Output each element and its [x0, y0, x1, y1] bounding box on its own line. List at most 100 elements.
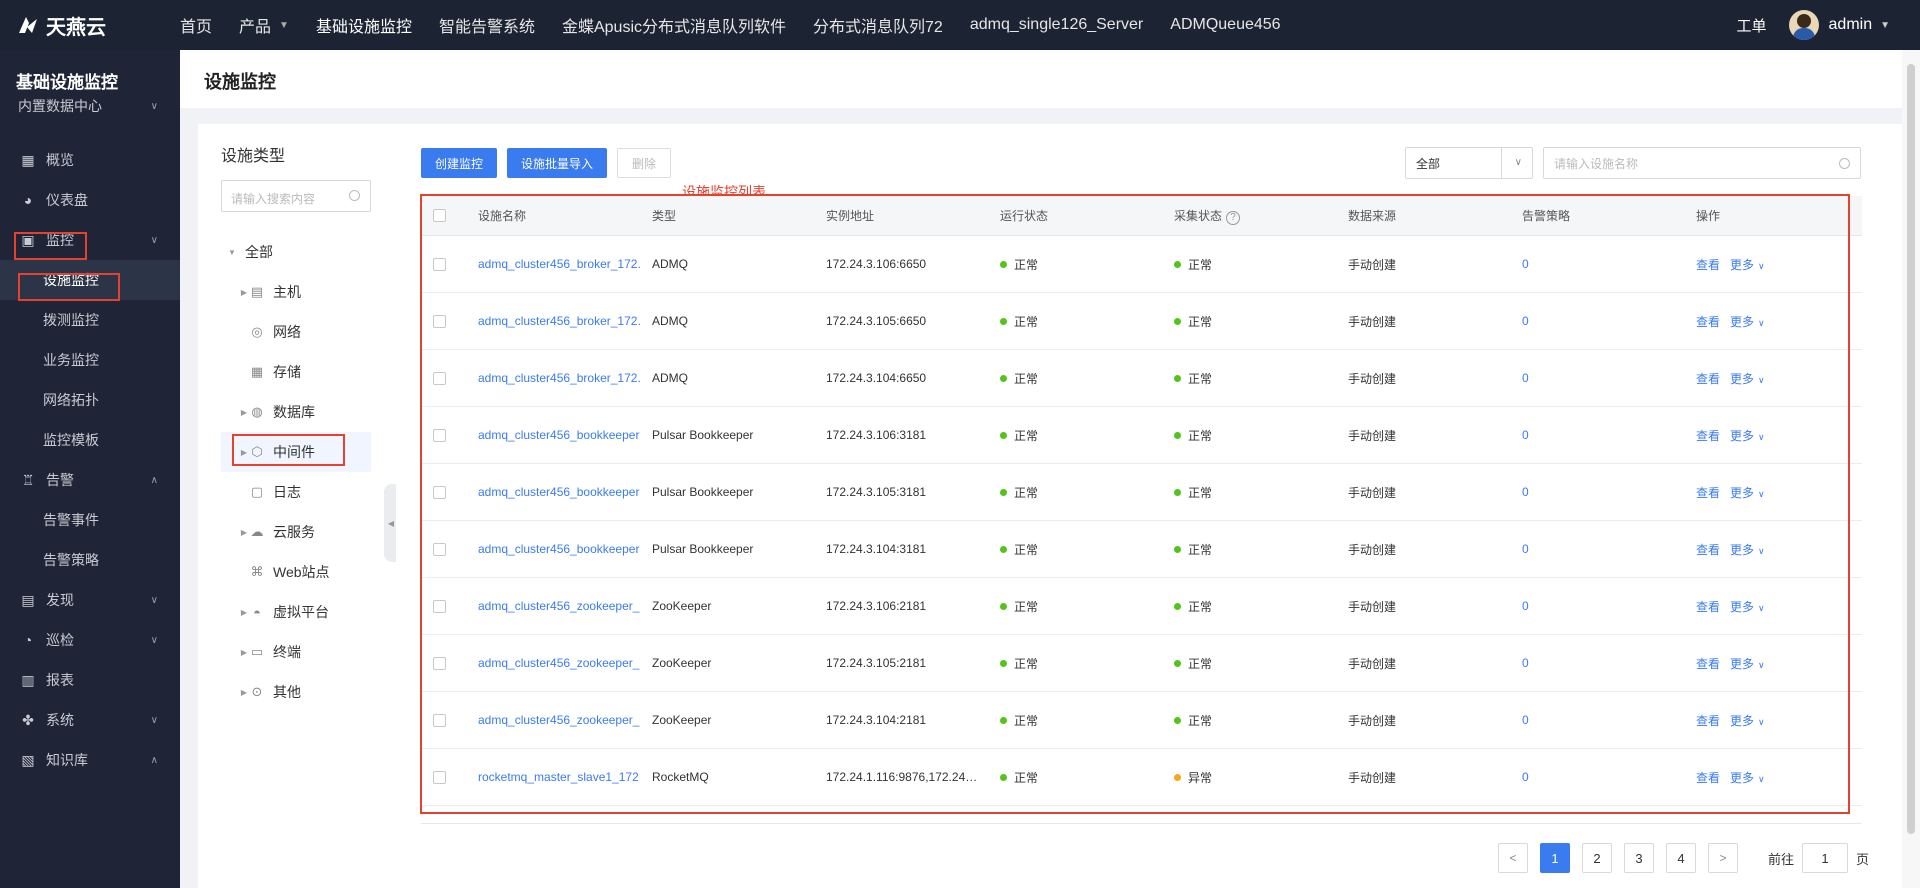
tree-node-other[interactable]: ▶ ⊙ 其他 [221, 672, 371, 712]
row-checkbox[interactable] [433, 599, 446, 613]
row-checkbox[interactable] [433, 371, 446, 385]
sidebar-item-report[interactable]: ▥ 报表 [0, 660, 180, 700]
tree-node-network[interactable]: ◎ 网络 [221, 312, 371, 352]
sidebar-item-alarm[interactable]: ♖ 告警 ∧ [0, 460, 180, 500]
alarm-policy-count[interactable]: 0 [1522, 314, 1696, 328]
view-button[interactable]: 查看 [1696, 372, 1720, 386]
tree-node-host[interactable]: ▶ ▤ 主机 [221, 272, 371, 312]
more-dropdown[interactable]: 更多 ∨ [1730, 372, 1765, 386]
sidebar-item-monitor-template[interactable]: 监控模板 [0, 420, 180, 460]
datacenter-select[interactable]: 内置数据中心 ∨ [0, 92, 180, 120]
sidebar-item-alarm-events[interactable]: 告警事件 [0, 500, 180, 540]
tree-node-log[interactable]: ▢ 日志 [221, 472, 371, 512]
nav-mq72[interactable]: 分布式消息队列72 [813, 13, 943, 37]
more-dropdown[interactable]: 更多 ∨ [1730, 258, 1765, 272]
nav-admq-single[interactable]: admq_single126_Server [970, 16, 1143, 34]
select-all-checkbox[interactable] [433, 209, 446, 222]
goto-page-input[interactable]: 1 [1802, 843, 1849, 873]
tree-search-input[interactable]: 请输入搜索内容 [221, 180, 371, 212]
view-button[interactable]: 查看 [1696, 486, 1720, 500]
view-button[interactable]: 查看 [1696, 600, 1720, 614]
sidebar-item-dial-monitor[interactable]: 拨测监控 [0, 300, 180, 340]
alarm-policy-count[interactable]: 0 [1522, 542, 1696, 556]
tree-node-web[interactable]: ⌘ Web站点 [221, 552, 371, 592]
chevron-down-icon[interactable]: ▼ [1880, 20, 1890, 31]
row-checkbox[interactable] [433, 257, 446, 271]
facility-name-link[interactable]: admq_cluster456_bookkeeper [478, 542, 652, 556]
facility-name-link[interactable]: admq_cluster456_broker_172. [478, 257, 652, 271]
facility-name-link[interactable]: admq_cluster456_broker_172. [478, 314, 652, 328]
avatar[interactable] [1788, 10, 1819, 40]
row-checkbox[interactable] [433, 542, 446, 556]
alarm-policy-count[interactable]: 0 [1522, 428, 1696, 442]
more-dropdown[interactable]: 更多 ∨ [1730, 429, 1765, 443]
next-page-button[interactable]: > [1708, 843, 1738, 873]
row-checkbox[interactable] [433, 428, 446, 442]
nav-admqueue456[interactable]: ADMQueue456 [1170, 16, 1280, 34]
facility-name-link[interactable]: admq_cluster456_bookkeeper [478, 485, 652, 499]
facility-name-link[interactable]: rocketmq_master_slave1_172 [478, 770, 652, 784]
more-dropdown[interactable]: 更多 ∨ [1730, 486, 1765, 500]
tree-node-all[interactable]: ▼ 全部 [221, 232, 371, 272]
sidebar-item-overview[interactable]: ▦ 概览 [0, 140, 180, 180]
brand-logo[interactable]: 天燕云 [0, 11, 180, 40]
more-dropdown[interactable]: 更多 ∨ [1730, 771, 1765, 785]
view-button[interactable]: 查看 [1696, 315, 1720, 329]
create-monitor-button[interactable]: 创建监控 [421, 148, 498, 178]
view-button[interactable]: 查看 [1696, 714, 1720, 728]
tree-node-storage[interactable]: ▦ 存储 [221, 352, 371, 392]
page-button-2[interactable]: 2 [1582, 843, 1612, 873]
nav-products[interactable]: 产品 ▼ [239, 13, 289, 37]
nav-infra-monitor[interactable]: 基础设施监控 [316, 13, 412, 37]
facility-name-link[interactable]: admq_cluster456_zookeeper_ [478, 599, 652, 613]
sidebar-item-dashboard[interactable]: ◕ 仪表盘 [0, 180, 180, 220]
view-button[interactable]: 查看 [1696, 429, 1720, 443]
sidebar-item-inspect[interactable]: ◔ 巡检 ∨ [0, 620, 180, 660]
view-button[interactable]: 查看 [1696, 258, 1720, 272]
more-dropdown[interactable]: 更多 ∨ [1730, 657, 1765, 671]
more-dropdown[interactable]: 更多 ∨ [1730, 600, 1765, 614]
facility-name-link[interactable]: admq_cluster456_bookkeeper [478, 428, 652, 442]
sidebar-item-system[interactable]: ✤ 系统 ∨ [0, 700, 180, 740]
batch-import-button[interactable]: 设施批量导入 [507, 148, 608, 178]
row-checkbox[interactable] [433, 314, 446, 328]
nav-smart-alarm[interactable]: 智能告警系统 [439, 13, 535, 37]
facility-name-link[interactable]: admq_cluster456_zookeeper_ [478, 656, 652, 670]
row-checkbox[interactable] [433, 485, 446, 499]
help-icon[interactable]: ? [1226, 210, 1241, 225]
tree-node-virtual[interactable]: ▶ ◓ 虚拟平台 [221, 592, 371, 632]
alarm-policy-count[interactable]: 0 [1522, 371, 1696, 385]
sidebar-item-network-topology[interactable]: 网络拓扑 [0, 380, 180, 420]
sidebar-item-business-monitor[interactable]: 业务监控 [0, 340, 180, 380]
more-dropdown[interactable]: 更多 ∨ [1730, 714, 1765, 728]
row-checkbox[interactable] [433, 656, 446, 670]
tree-node-cloud[interactable]: ▶ ☁ 云服务 [221, 512, 371, 552]
more-dropdown[interactable]: 更多 ∨ [1730, 315, 1765, 329]
tree-node-database[interactable]: ▶ ◍ 数据库 [221, 392, 371, 432]
row-checkbox[interactable] [433, 770, 446, 784]
facility-name-link[interactable]: admq_cluster456_broker_172. [478, 371, 652, 385]
view-button[interactable]: 查看 [1696, 543, 1720, 557]
facility-name-link[interactable]: admq_cluster456_zookeeper_ [478, 713, 652, 727]
workorder-link[interactable]: 工单 [1737, 15, 1767, 36]
alarm-policy-count[interactable]: 0 [1522, 485, 1696, 499]
sidebar-item-discover[interactable]: ▤ 发现 ∨ [0, 580, 180, 620]
page-button-3[interactable]: 3 [1624, 843, 1654, 873]
prev-page-button[interactable]: < [1498, 843, 1528, 873]
view-button[interactable]: 查看 [1696, 771, 1720, 785]
username[interactable]: admin [1829, 16, 1873, 34]
status-filter-select[interactable]: 全部 ∨ [1405, 147, 1533, 179]
tree-node-terminal[interactable]: ▶ ▭ 终端 [221, 632, 371, 672]
alarm-policy-count[interactable]: 0 [1522, 257, 1696, 271]
nav-home[interactable]: 首页 [180, 13, 212, 37]
scrollbar-thumb[interactable] [1907, 64, 1915, 834]
page-button-4[interactable]: 4 [1666, 843, 1696, 873]
sidebar-item-knowledge[interactable]: ▧ 知识库 ∧ [0, 740, 180, 780]
facility-name-search-input[interactable]: 请输入设施名称 [1543, 147, 1861, 179]
alarm-policy-count[interactable]: 0 [1522, 599, 1696, 613]
page-button-1[interactable]: 1 [1540, 843, 1570, 873]
more-dropdown[interactable]: 更多 ∨ [1730, 543, 1765, 557]
nav-apusic-mq[interactable]: 金蝶Apusic分布式消息队列软件 [562, 13, 786, 37]
view-button[interactable]: 查看 [1696, 657, 1720, 671]
sidebar-item-alarm-policy[interactable]: 告警策略 [0, 540, 180, 580]
